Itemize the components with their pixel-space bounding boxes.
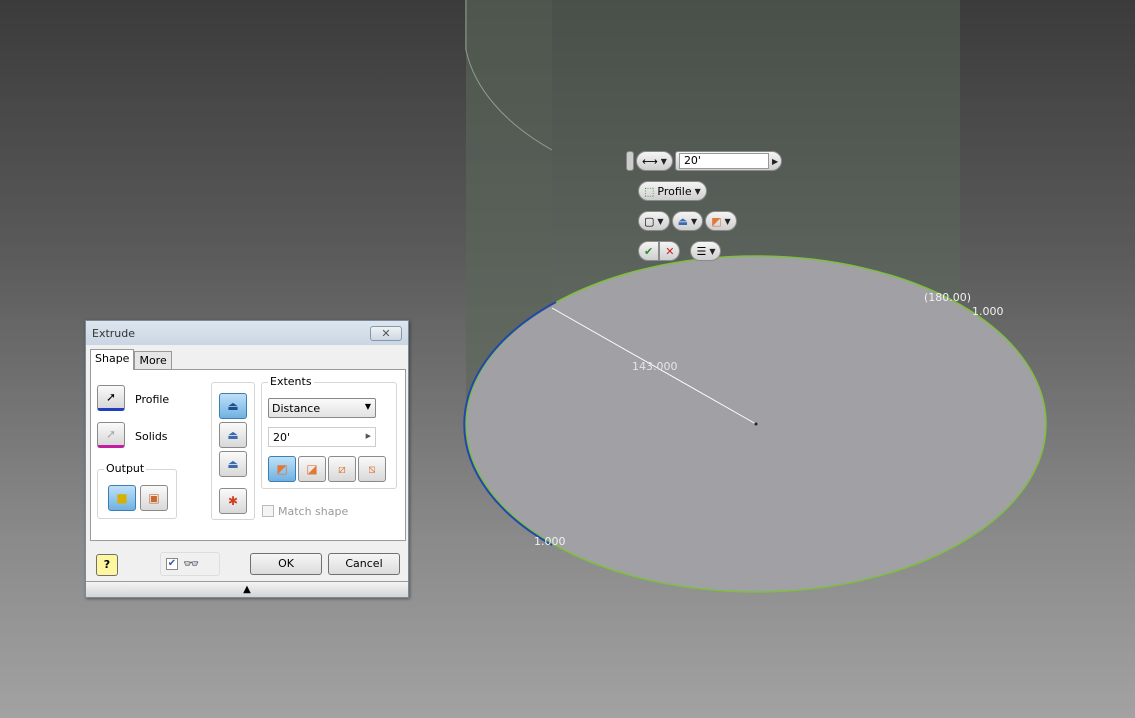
direction-default-icon: ◩ [276,462,288,476]
expand-collapse-bar[interactable]: ▲ [86,581,408,597]
extents-group: Extents Distance ▼ 20' ▶ ◩ ◪ ⧄ ⧅ [261,375,397,489]
operation-group: ⏏ ⏏ ⏏ ✱ [211,382,255,520]
list-icon: ☰ [696,244,707,258]
check-icon: ✔ [644,244,654,258]
dialog-title: Extrude [92,326,136,340]
profile-select-button[interactable]: ➚ [97,385,125,411]
solids-select-button[interactable]: ➚ [97,422,125,448]
profile-label: Profile [135,393,170,406]
options-dropdown[interactable]: ☰ ▼ [690,241,722,261]
output-group: Output ■ ▣ [97,462,177,519]
shape-panel: ➚ Profile ➚ Solids Output ■ ▣ ⏏ ⏏ ⏏ ✱ Ex… [90,369,406,541]
help-icon: ? [103,558,111,571]
chevron-down-icon: ▼ [690,216,698,226]
arrow-right-icon[interactable]: ▶ [366,432,371,440]
solid-cube-icon: ■ [116,491,128,505]
arrow-right-icon[interactable]: ▶ [772,157,778,166]
direction-asymmetric-button[interactable]: ⧅ [358,456,386,482]
preview-toggle: ✔ 👓 [160,552,220,576]
diameter-dimension[interactable]: 143.000 [632,360,678,373]
glasses-icon: 👓 [183,556,200,572]
join-icon: ⏏ [227,399,239,413]
x-icon: ✕ [665,244,675,258]
output-solid-button[interactable]: ■ [108,485,136,511]
operation-dropdown[interactable]: ⏏ ▼ [671,211,704,231]
center-point [754,422,758,426]
triangle-up-icon: ▲ [243,584,251,595]
cursor-icon: ➚ [105,427,117,441]
distance-field-wrap: 20' ▶ [674,151,783,171]
cut-icon: ⏏ [227,428,239,442]
solid-icon: ▢ [644,214,655,228]
chevron-down-icon: ▼ [657,216,664,226]
cancel-button[interactable]: Cancel [328,553,400,575]
chevron-down-icon[interactable]: ▼ [695,187,701,196]
ok-button[interactable]: OK [250,553,322,575]
distance-type-dropdown[interactable]: ⟷ ▼ [636,151,673,171]
cursor-icon: ➚ [105,390,117,404]
direction-default-button[interactable]: ◩ [268,456,296,482]
output-surface-button[interactable]: ▣ [140,485,168,511]
join-icon: ⏏ [677,214,688,228]
chevron-down-icon: ▼ [364,402,371,411]
chevron-down-icon: ▼ [660,156,667,166]
solids-label: Solids [135,430,168,443]
extents-label: Extents [268,375,314,388]
chevron-down-icon: ▼ [709,246,716,256]
output-dropdown[interactable]: ▢ ▼ [638,211,670,231]
surface-cube-icon: ▣ [148,491,160,505]
profile-select-button[interactable]: ⬚ Profile ▼ [638,181,707,201]
offset-dimension-left[interactable]: 1.000 [534,535,566,548]
match-shape-checkbox[interactable] [262,505,274,517]
intersect-icon: ⏏ [227,457,239,471]
mini-toolbar-distance-row: ⟷ ▼ 20' ▶ [626,151,783,171]
distance-value: 20' [273,431,291,444]
distance-input[interactable]: 20' [678,153,769,169]
intersect-button[interactable]: ⏏ [219,451,247,477]
distance-input[interactable]: 20' ▶ [268,427,376,447]
dialog-titlebar[interactable]: Extrude ✕ [86,321,408,345]
chevron-down-icon: ▼ [724,216,731,226]
new-solid-icon: ✱ [227,494,239,508]
output-label: Output [104,462,147,475]
extents-type-dropdown[interactable]: Distance ▼ [268,398,376,418]
direction-symmetric-icon: ⧄ [338,461,346,476]
join-button[interactable]: ⏏ [219,393,247,419]
cut-button[interactable]: ⏏ [219,422,247,448]
close-button[interactable]: ✕ [370,325,402,341]
direction-symmetric-button[interactable]: ⧄ [328,456,356,482]
extrude-dialog: Extrude ✕ Shape More ➚ Profile ➚ Solids … [85,320,409,598]
offset-dimension-right[interactable]: 1.000 [972,305,1004,318]
distance-icon: ⟷ [642,154,658,168]
direction-icon: ◩ [711,214,722,228]
help-button[interactable]: ? [96,554,118,576]
preview-checkbox[interactable]: ✔ [166,558,178,570]
drag-handle[interactable] [626,151,634,171]
ok-mini-button[interactable]: ✔ [638,241,660,261]
direction-dropdown[interactable]: ◩ ▼ [705,211,737,231]
profile-label: Profile [657,184,692,198]
direction-asymmetric-icon: ⧅ [368,461,376,476]
extents-type-value: Distance [272,402,321,415]
match-shape-label: Match shape [278,505,349,518]
tab-shape[interactable]: Shape [90,349,135,370]
angle-dimension[interactable]: (180.00) [924,291,971,304]
new-solid-button[interactable]: ✱ [219,488,247,514]
tab-more[interactable]: More [134,351,172,370]
direction-flipped-button[interactable]: ◪ [298,456,326,482]
direction-flipped-icon: ◪ [306,462,318,476]
cancel-mini-button[interactable]: ✕ [659,241,681,261]
profile-select-icon: ⬚ [644,184,655,198]
